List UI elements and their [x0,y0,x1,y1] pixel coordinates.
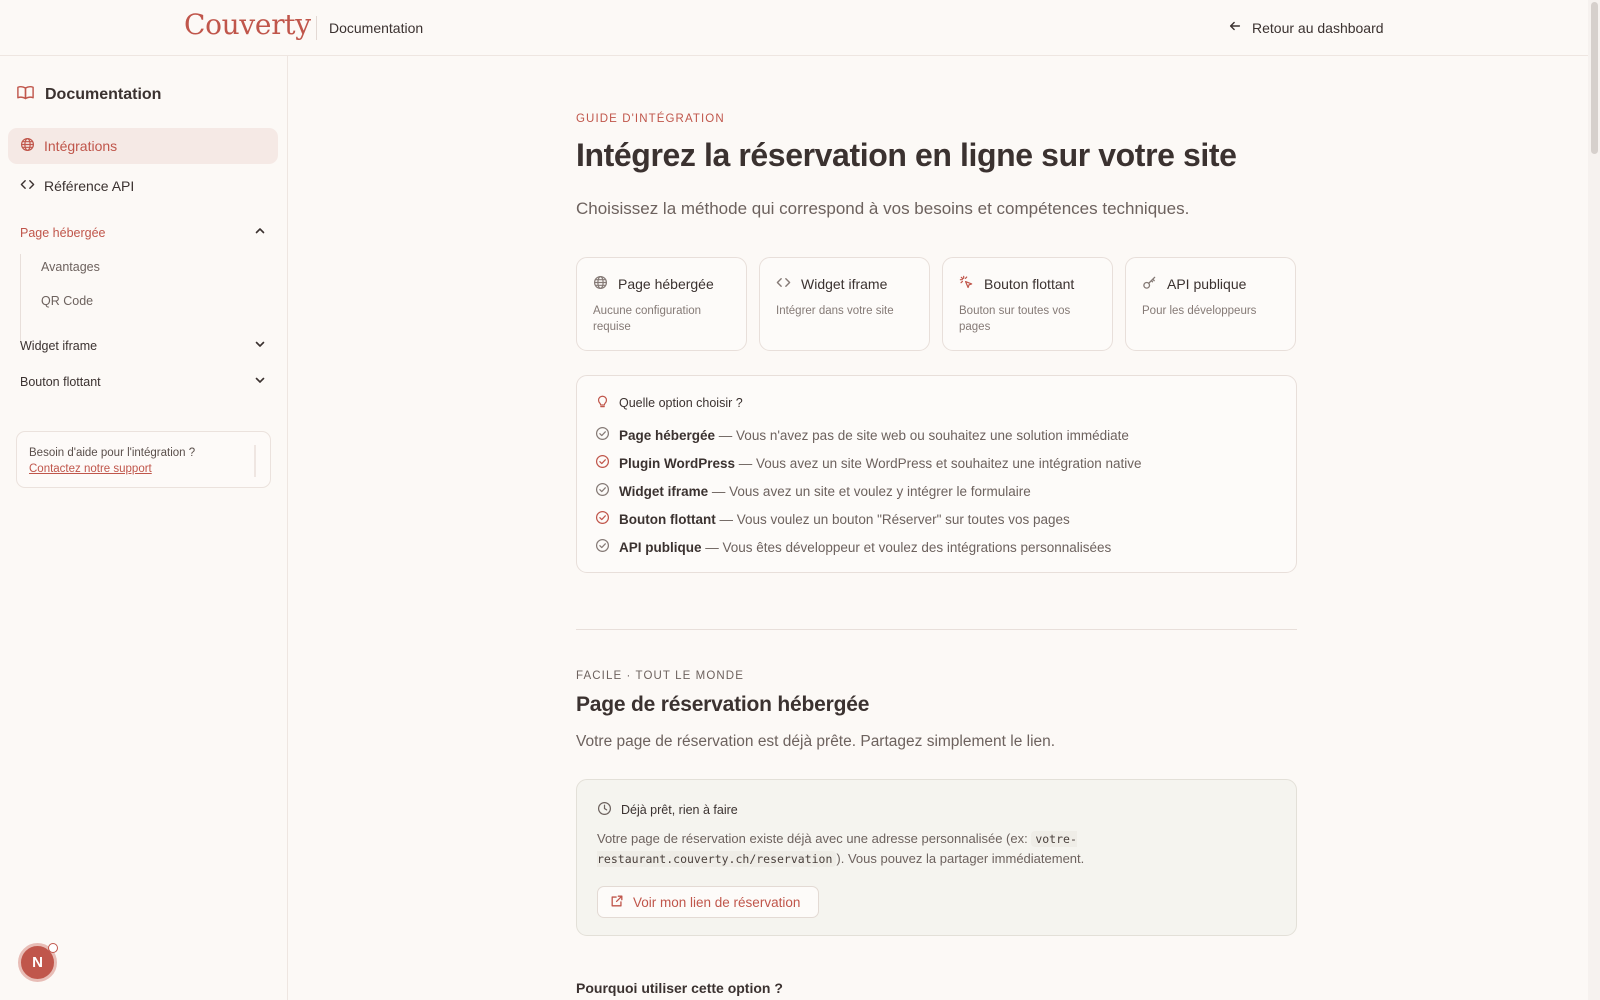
card-title: Widget iframe [801,276,888,292]
option-row-public-api: API publique — Vous êtes développeur et … [595,538,1111,556]
which-option-title: Quelle option choisir ? [595,394,743,412]
check-circle-icon [595,538,610,556]
arrow-left-icon [1228,19,1242,36]
sidebar-item-api-reference[interactable]: Référence API [8,168,278,204]
globe-icon [593,275,608,293]
section-divider [576,629,1297,630]
option-row-wordpress-plugin: Plugin WordPress — Vous avez un site Wor… [595,454,1142,472]
clock-icon [597,801,612,819]
ready-info-box: Déjà prêt, rien à faire Votre page de ré… [576,779,1297,936]
which-option-title-label: Quelle option choisir ? [619,396,743,410]
check-circle-icon [595,454,610,472]
page-title: Intégrez la réservation en ligne sur vot… [576,137,1237,173]
card-description: Bouton sur toutes vos pages [959,305,1071,333]
avatar-status-dot [48,943,58,953]
chevron-down-icon [254,374,266,389]
option-row-text: — Vous avez un site et voulez y intégrer… [708,483,1031,499]
couverty-logo[interactable]: Couverty [184,8,311,41]
sidebar-item-integrations[interactable]: Intégrations [8,128,278,164]
code-icon [20,177,35,195]
card-description: Pour les développeurs [1142,305,1257,317]
option-row-widget-iframe: Widget iframe — Vous avez un site et vou… [595,482,1031,500]
option-row-name: Bouton flottant [619,511,716,527]
globe-icon [20,137,35,155]
view-reservation-link-label: Voir mon lien de réservation [633,894,801,910]
sidebar-section-label: Bouton flottant [20,374,101,389]
sidebar-section-floating-button[interactable]: Bouton flottant [20,374,266,389]
help-question: Besoin d'aide pour l'intégration ? [29,447,196,459]
lightbulb-icon [595,394,610,412]
option-card-floating-button[interactable]: Bouton flottant Bouton sur toutes vos pa… [942,257,1113,351]
sidebar-title-label: Documentation [45,86,162,103]
guide-eyebrow: Guide d'intégration [576,113,725,125]
option-row-text: — Vous avez un site WordPress et souhait… [735,455,1142,471]
option-row-name: Widget iframe [619,483,709,499]
why-use-heading: Pourquoi utiliser cette option ? [576,980,783,996]
cursor-click-icon [959,275,974,293]
back-to-dashboard-link[interactable]: Retour au dashboard [1228,19,1384,36]
sidebar-sublist-line [20,254,21,342]
card-title: Page hébergée [618,276,714,292]
hosted-section-lead: Votre page de réservation est déjà prête… [576,733,1056,750]
sidebar-section-label: Page hébergée [20,225,106,240]
sidebar-title: Documentation [16,83,161,107]
header-section-label: Documentation [329,20,424,36]
chevron-down-icon [254,338,266,353]
option-row-name: API publique [619,539,702,555]
contact-support-link[interactable]: Contactez notre support [29,461,258,477]
chevron-up-icon [254,225,266,240]
sidebar-subitem-qr-code[interactable]: QR Code [41,294,93,308]
card-title: API publique [1167,276,1247,292]
option-card-widget-iframe[interactable]: Widget iframe Intégrer dans votre site [759,257,930,351]
card-description: Aucune configuration requise [593,305,702,333]
option-row-name: Page hébergée [619,427,716,443]
external-link-icon [610,894,624,911]
top-header: Couverty Documentation Retour au dashboa… [0,0,1588,56]
sidebar-item-label: Référence API [44,178,135,194]
check-circle-icon [595,510,610,528]
sidebar: Documentation Intégrations Référence API… [0,56,288,1000]
card-description: Intégrer dans votre site [776,305,894,317]
code-icon [776,275,791,293]
ready-info-title-label: Déjà prêt, rien à faire [621,803,738,817]
key-icon [1142,275,1157,293]
option-row-text: — Vous êtes développeur et voulez des in… [701,539,1112,555]
hosted-eyebrow: Facile · Tout le monde [576,670,744,682]
page-scrollbar-thumb[interactable] [1591,2,1598,154]
option-card-public-api[interactable]: API publique Pour les développeurs [1125,257,1296,351]
option-row-text: — Vous voulez un bouton "Réserver" sur t… [715,511,1070,527]
option-row-hosted-page: Page hébergée — Vous n'avez pas de site … [595,426,1129,444]
option-row-name: Plugin WordPress [619,455,736,471]
option-row-floating-button: Bouton flottant — Vous voulez un bouton … [595,510,1070,528]
sidebar-section-widget-iframe[interactable]: Widget iframe [20,338,266,353]
header-divider [316,16,317,40]
which-option-box: Quelle option choisir ? Page hébergée — … [576,375,1297,573]
option-card-hosted-page[interactable]: Page hébergée Aucune configuration requi… [576,257,747,351]
back-to-dashboard-label: Retour au dashboard [1252,19,1384,36]
ready-info-text-part: ). Vous pouvez la partager immédiatement… [836,851,1085,866]
ready-info-text: Votre page de réservation existe déjà av… [597,829,1237,869]
sidebar-section-label: Widget iframe [20,338,98,353]
help-box-scroll-indicator [254,445,256,477]
sidebar-item-label: Intégrations [44,138,118,154]
hosted-section-title: Page de réservation hébergée [576,693,870,716]
card-title: Bouton flottant [984,276,1075,292]
ready-info-text-part: Votre page de réservation existe déjà av… [597,831,1032,846]
help-box: Besoin d'aide pour l'intégration ? Conta… [16,431,271,488]
sidebar-subitem-advantages[interactable]: Avantages [41,260,100,274]
ready-info-title: Déjà prêt, rien à faire [597,801,738,819]
check-circle-icon [595,482,610,500]
option-row-text: — Vous n'avez pas de site web ou souhait… [715,427,1129,443]
check-circle-icon [595,426,610,444]
page-lead: Choisissez la méthode qui correspond à v… [576,199,1190,218]
sidebar-section-hosted-page[interactable]: Page hébergée [20,225,266,240]
book-open-icon [16,83,35,107]
view-reservation-link-button[interactable]: Voir mon lien de réservation [597,886,819,918]
